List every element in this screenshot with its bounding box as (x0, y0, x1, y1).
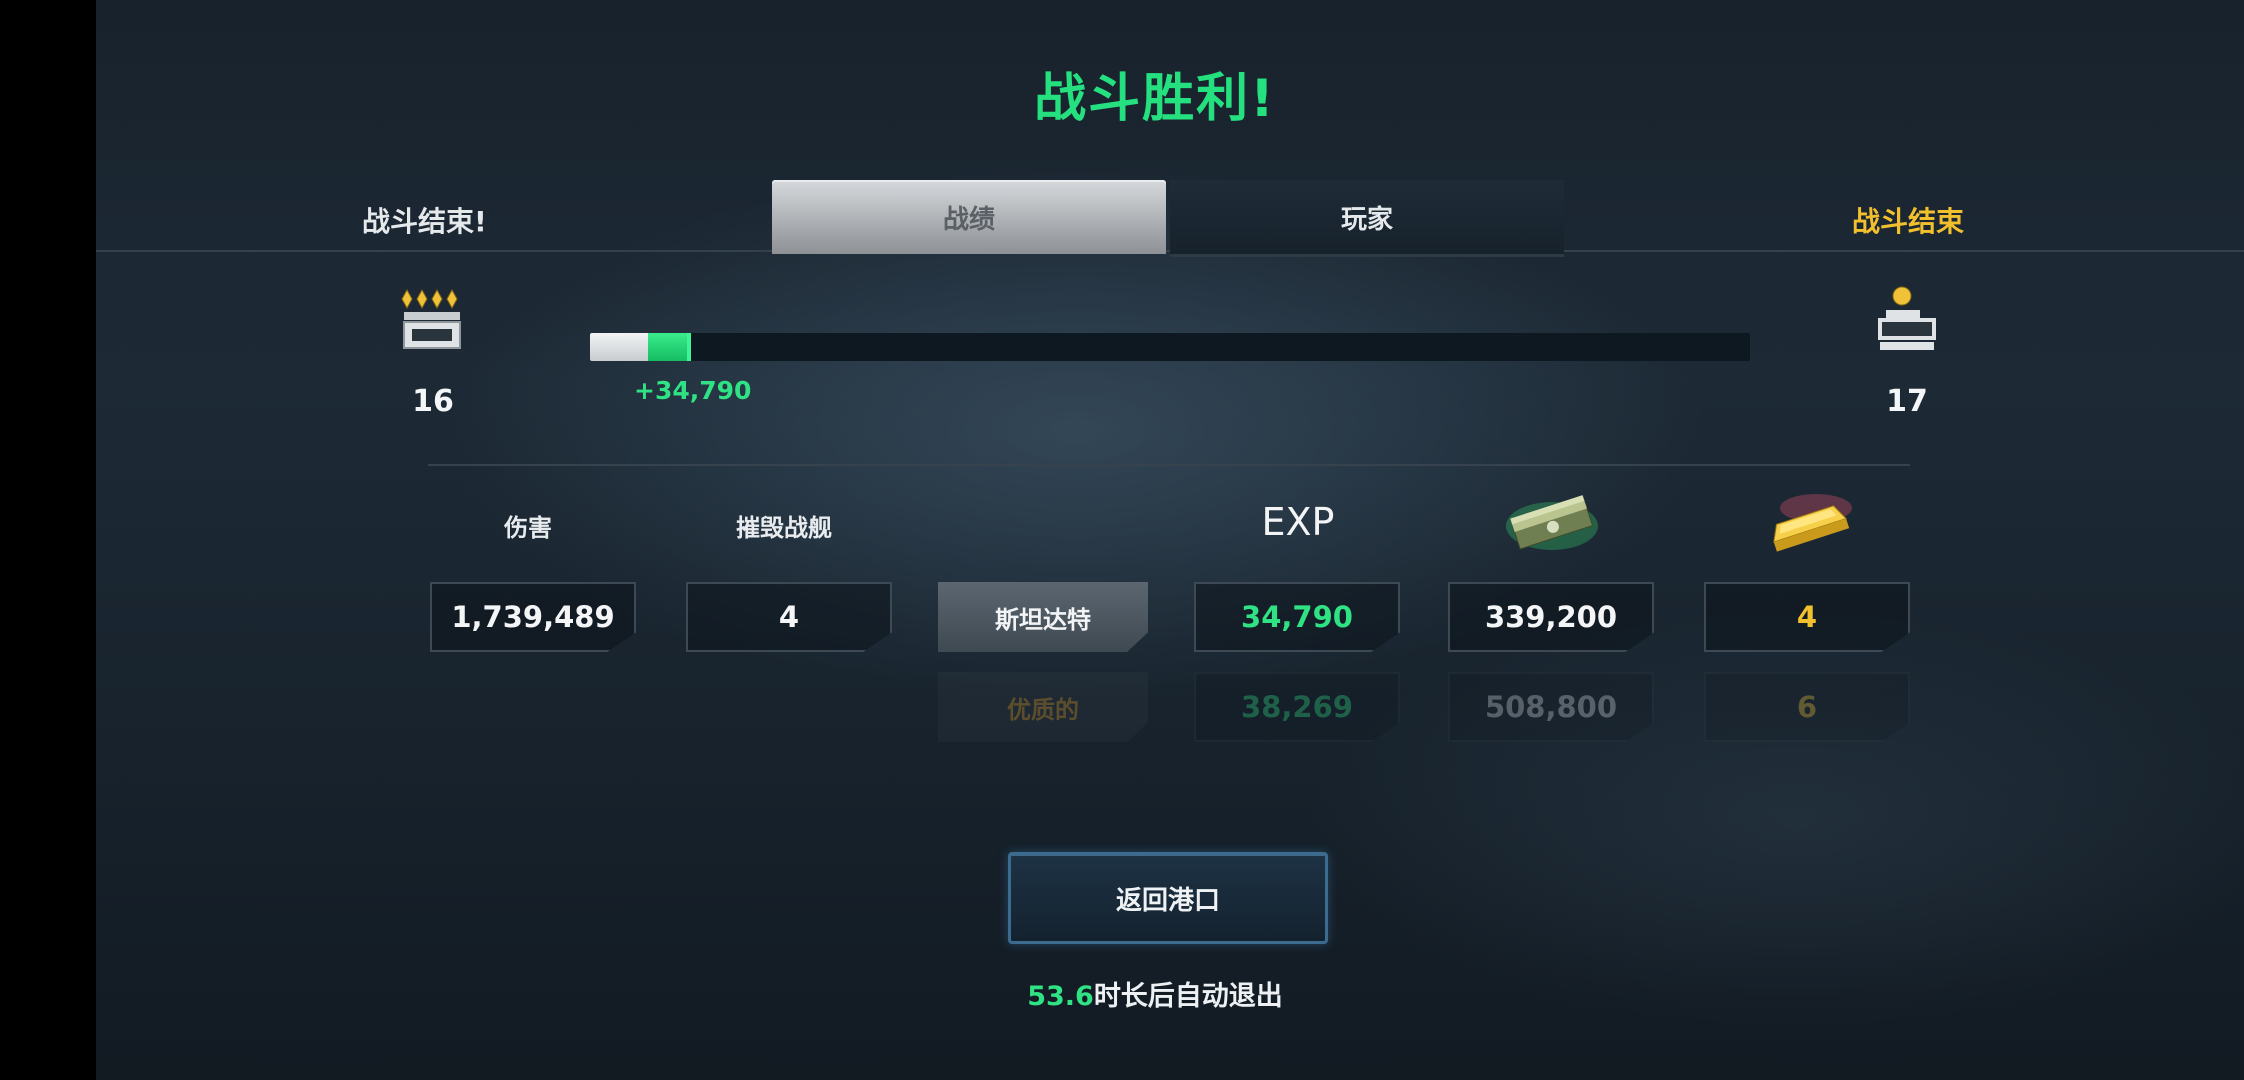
next-rank-insignia-icon (1878, 286, 1936, 350)
xp-gain-label: +34,790 (634, 376, 752, 405)
cash-stack-icon (1506, 495, 1598, 550)
xp-progress-bar (590, 333, 1750, 361)
premium-reward-label: 优质的 (938, 672, 1148, 742)
return-to-port-button[interactable]: 返回港口 (1008, 852, 1328, 944)
standard-money-value: 339,200 (1448, 582, 1654, 652)
section-divider (428, 464, 1910, 466)
xp-progress-previous (590, 333, 648, 361)
ships-destroyed-header: 摧毁战舰 (736, 514, 832, 542)
premium-money-value: 508,800 (1448, 672, 1654, 742)
ships-destroyed-value: 4 (686, 582, 892, 652)
left-team-status: 战斗结束! (362, 205, 487, 238)
right-team-status: 战斗结束 (1852, 205, 1965, 238)
standard-gold-value: 4 (1704, 582, 1910, 652)
gold-bar-icon (1773, 494, 1852, 552)
exp-header: EXP (1261, 500, 1335, 544)
tab-stats[interactable]: 战绩 (772, 180, 1166, 254)
current-rank-number: 16 (412, 384, 454, 419)
tab-players[interactable]: 玩家 (1170, 180, 1564, 257)
rank-insignia-icon (401, 288, 461, 349)
next-rank-number: 17 (1886, 384, 1928, 419)
battle-result-screen: 战斗胜利! 战斗结束! 战斗结束 战绩 玩家 16 17 +34,790 伤害 … (96, 0, 2244, 1080)
standard-exp-value: 34,790 (1194, 582, 1400, 652)
damage-header: 伤害 (504, 514, 552, 542)
premium-gold-value: 6 (1704, 672, 1910, 742)
auto-exit-notice: 53.6时长后自动退出 (96, 974, 2214, 1013)
auto-exit-timer: 53.6 (1027, 981, 1094, 1012)
standard-reward-label: 斯坦达特 (938, 582, 1148, 652)
victory-title: 战斗胜利! (1034, 69, 1276, 129)
damage-value: 1,739,489 (430, 582, 636, 652)
premium-exp-value: 38,269 (1194, 672, 1400, 742)
auto-exit-text: 时长后自动退出 (1093, 981, 1283, 1012)
xp-progress-marker (686, 333, 691, 361)
xp-progress-gain (648, 333, 689, 361)
